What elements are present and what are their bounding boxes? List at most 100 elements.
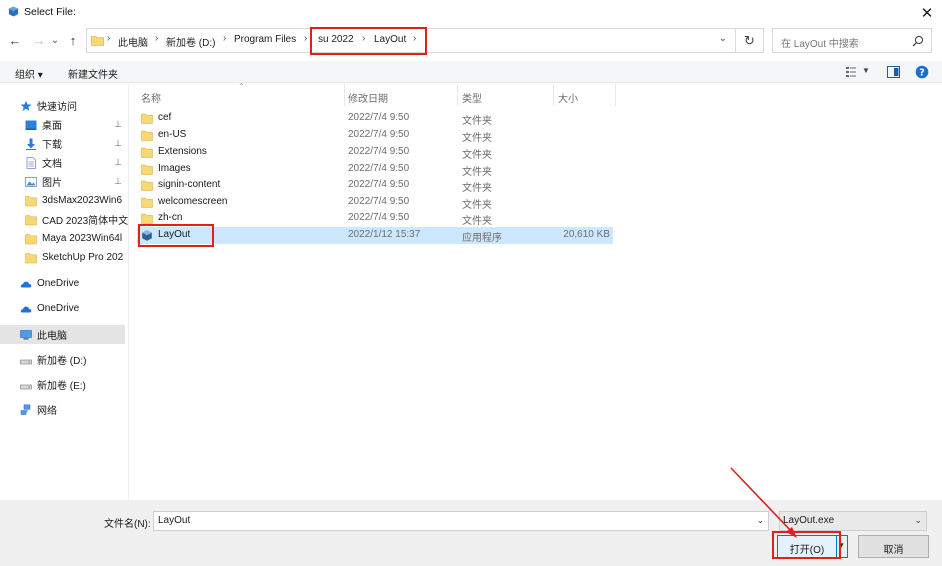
file-type: 文件夹 [462, 200, 492, 211]
column-header-modified[interactable]: 修改日期 [348, 90, 388, 106]
organize-button[interactable]: 组织 ▾ [15, 66, 43, 81]
file-type: 文件夹 [462, 183, 492, 194]
sidebar-item-pictures[interactable]: 图片 ⊥ [0, 172, 128, 191]
pictures-icon [25, 176, 37, 187]
sidebar-item-documents[interactable]: 文档 ⊥ [0, 153, 128, 172]
sidebar-item-label: 图片 [42, 178, 62, 189]
filename-label: 文件名(N): [104, 519, 151, 530]
sidebar-item-label: 此电脑 [37, 331, 67, 342]
view-options-icon[interactable] [845, 66, 857, 78]
sidebar-item-quick-access[interactable]: 快速访问 [0, 96, 128, 115]
sidebar-item-maya-2023[interactable]: Maya 2023Win64l [0, 229, 128, 248]
folder-icon [25, 233, 37, 244]
file-row-cef[interactable]: cef 2022/7/4 9:50 文件夹 [137, 110, 613, 127]
document-icon [26, 156, 36, 169]
drive-icon [20, 359, 32, 364]
sidebar-item-label: SketchUp Pro 202 [42, 252, 124, 263]
refresh-button[interactable]: ↻ [736, 28, 764, 53]
file-row-images[interactable]: Images 2022/7/4 9:50 文件夹 [137, 161, 613, 178]
annotation-arrow [730, 467, 797, 538]
sidebar-item-cad-2023[interactable]: CAD 2023简体中文 [0, 210, 128, 229]
sidebar-item-label: CAD 2023简体中文 [42, 216, 128, 227]
sidebar-item-downloads[interactable]: 下载 ⊥ [0, 134, 128, 153]
sidebar-item-label: Maya 2023Win64l [42, 233, 123, 244]
file-modified: 2022/7/4 9:50 [348, 196, 410, 207]
file-modified: 2022/7/4 9:50 [348, 163, 410, 174]
preview-pane-icon[interactable] [887, 66, 900, 78]
view-dropdown-icon[interactable]: ▼ [862, 66, 870, 75]
sidebar-item-label: 3dsMax2023Win6 [42, 195, 123, 206]
file-row-en-us[interactable]: en-US 2022/7/4 9:50 文件夹 [137, 127, 613, 144]
file-modified: 2022/1/12 15:37 [348, 229, 421, 240]
breadcrumb-this-pc[interactable]: 此电脑 [118, 34, 148, 49]
sidebar-item-label: OneDrive [37, 303, 80, 314]
search-box[interactable]: 在 LayOut 中搜索 [772, 28, 932, 53]
sidebar-item-drive-d[interactable]: 新加卷 (D:) [0, 350, 128, 369]
column-header-size[interactable]: 大小 [558, 90, 578, 106]
file-row-extensions[interactable]: Extensions 2022/7/4 9:50 文件夹 [137, 144, 613, 161]
sidebar-item-desktop[interactable]: 桌面 ⊥ [0, 115, 128, 134]
folder-icon [141, 197, 153, 208]
sidebar-item-onedrive-2[interactable]: OneDrive [0, 299, 128, 318]
search-icon[interactable] [912, 35, 924, 47]
folder-icon [25, 214, 37, 225]
breadcrumb-separator: › [107, 33, 111, 44]
close-button[interactable]: ✕ [912, 0, 942, 25]
sidebar-item-this-pc[interactable]: 此电脑 [0, 325, 125, 344]
column-divider[interactable] [615, 84, 616, 106]
sidebar-item-3dsmax[interactable]: 3dsMax2023Win6 [0, 191, 128, 210]
file-highlight-box [138, 224, 214, 247]
sort-indicator-icon: ⌃ [238, 82, 245, 91]
file-modified: 2022/7/4 9:50 [348, 146, 410, 157]
cancel-button[interactable]: 取消 [858, 535, 929, 558]
folder-icon [141, 213, 153, 224]
folder-icon [141, 147, 153, 158]
sidebar-item-label: 桌面 [42, 121, 62, 132]
up-button[interactable]: ↑ [63, 30, 83, 50]
address-dropdown-icon[interactable]: ⌄ [719, 33, 727, 44]
search-input[interactable]: 在 LayOut 中搜索 [781, 35, 859, 50]
file-type-filter[interactable]: LayOut.exe ⌄ [779, 511, 927, 531]
column-header-name[interactable]: 名称 [141, 90, 161, 106]
file-type: 文件夹 [462, 133, 492, 144]
navigation-pane: 快速访问 桌面 ⊥ 下载 ⊥ 文档 ⊥ 图片 ⊥ 3dsMax2023Win6 … [0, 90, 128, 500]
breadcrumb-separator: › [223, 33, 227, 44]
file-name: en-US [158, 129, 187, 140]
help-icon[interactable]: ? [915, 65, 929, 79]
breadcrumb-drive-d[interactable]: 新加卷 (D:) [166, 34, 215, 49]
new-folder-button[interactable]: 新建文件夹 [68, 66, 118, 81]
column-divider[interactable] [344, 84, 345, 106]
column-header-type[interactable]: 类型 [462, 90, 482, 106]
filename-value[interactable]: LayOut [158, 515, 190, 526]
chevron-down-icon[interactable]: ⌄ [756, 515, 764, 526]
star-icon [20, 100, 32, 111]
file-row-welcomescreen[interactable]: welcomescreen 2022/7/4 9:50 文件夹 [137, 194, 613, 211]
column-divider[interactable] [457, 84, 458, 106]
back-button[interactable]: ← [5, 30, 25, 50]
chevron-down-icon: ⌄ [50, 34, 60, 46]
open-button-highlight-box [772, 531, 841, 559]
file-row-signin-content[interactable]: signin-content 2022/7/4 9:50 文件夹 [137, 177, 613, 194]
file-name: signin-content [158, 179, 221, 190]
refresh-icon: ↻ [744, 32, 755, 48]
file-name: cef [158, 112, 172, 123]
chevron-down-icon[interactable]: ⌄ [914, 515, 922, 526]
sidebar-item-network[interactable]: 网络 [0, 400, 128, 419]
breadcrumb-program-files[interactable]: Program Files [234, 34, 296, 45]
pane-divider[interactable] [128, 84, 129, 500]
file-type: 文件夹 [462, 167, 492, 178]
app-icon [8, 6, 19, 17]
filename-field[interactable]: LayOut ⌄ [153, 511, 769, 531]
folder-icon [91, 36, 104, 46]
folder-icon [141, 130, 153, 141]
sidebar-item-drive-e[interactable]: 新加卷 (E:) [0, 375, 128, 394]
column-divider[interactable] [553, 84, 554, 106]
network-icon [20, 404, 31, 415]
forward-button[interactable]: → [29, 30, 49, 50]
file-name: Images [158, 163, 191, 174]
sidebar-item-sketchup[interactable]: SketchUp Pro 202 [0, 248, 128, 267]
sidebar-item-onedrive-1[interactable]: OneDrive [0, 274, 128, 293]
recent-locations-button[interactable]: ⌄ [48, 30, 62, 50]
cancel-button-label: 取消 [883, 545, 904, 556]
file-modified: 2022/7/4 9:50 [348, 179, 410, 190]
